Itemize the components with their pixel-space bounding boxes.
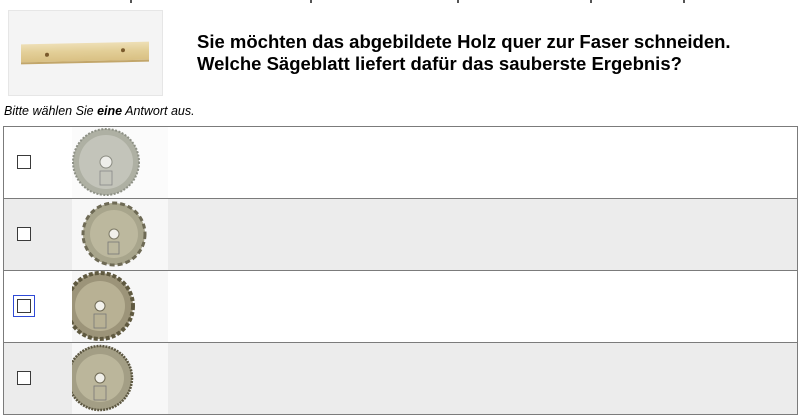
question-line-1: Sie möchten das abgebildete Holz quer zu…: [197, 31, 731, 52]
answer-option-1[interactable]: [4, 127, 797, 198]
answer-checkbox-1[interactable]: [17, 155, 31, 169]
instruction-text: Bitte wählen Sie eine Antwort aus.: [4, 104, 195, 118]
answer-option-4[interactable]: [4, 342, 797, 414]
saw-blade-coarse-teeth-photo: [72, 199, 168, 270]
question-line-2: Welche Sägeblatt liefert dafür das saube…: [197, 53, 682, 74]
instruction-prefix: Bitte wählen Sie: [4, 104, 98, 118]
answer-checkbox-4[interactable]: [17, 371, 31, 385]
saw-blade-flat-teeth-photo: [72, 343, 168, 414]
wood-board: [21, 41, 149, 65]
saw-blade-coarse-teeth-icon: [81, 201, 147, 267]
answer-checkbox-2[interactable]: [17, 227, 31, 241]
answer-option-2[interactable]: [4, 198, 797, 270]
saw-blade-fine-teeth-icon: [72, 128, 140, 196]
saw-blade-fine-teeth-photo: [72, 127, 168, 198]
answer-checkbox-3[interactable]: [13, 295, 35, 317]
saw-blade-large-teeth-icon: [72, 271, 135, 341]
answer-list: [3, 126, 798, 415]
top-strip: [0, 0, 800, 4]
saw-blade-flat-teeth-icon: [72, 344, 134, 412]
question-text: Sie möchten das abgebildete Holz quer zu…: [197, 31, 787, 75]
saw-blade-large-teeth-photo: [72, 271, 168, 342]
answer-option-3[interactable]: [4, 270, 797, 342]
instruction-emphasis: eine: [97, 104, 123, 118]
instruction-suffix: Antwort aus.: [122, 104, 195, 118]
wood-board-photo: [8, 10, 163, 96]
